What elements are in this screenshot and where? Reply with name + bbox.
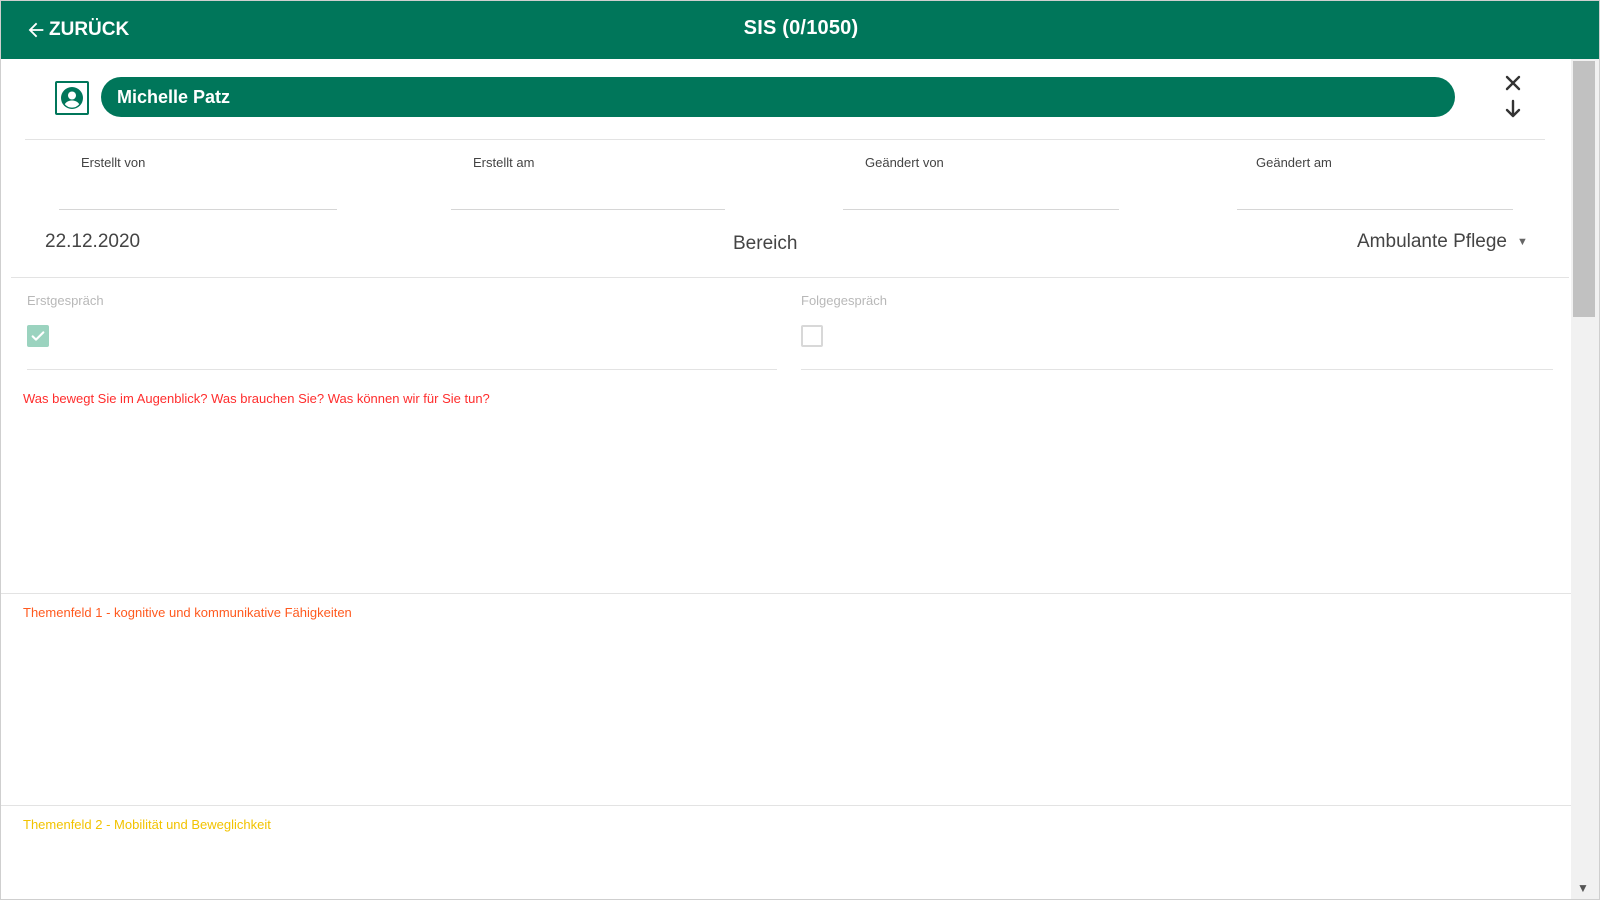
divider: [1, 593, 1571, 594]
created-by-label: Erstellt von: [81, 155, 146, 170]
created-at-field[interactable]: [451, 209, 725, 210]
folgegespraech-checkbox[interactable]: [801, 325, 823, 347]
account-circle-icon: [61, 87, 83, 109]
date-field[interactable]: 22.12.2020: [45, 231, 140, 253]
check-icon: [31, 331, 45, 341]
created-at-label: Erstellt am: [473, 155, 535, 170]
section-themenfeld-1-title: Themenfeld 1 - kognitive und kommunikati…: [23, 605, 352, 620]
changed-at-label: Geändert am: [1256, 155, 1332, 170]
created-by-field[interactable]: [59, 209, 337, 210]
divider: [1, 805, 1571, 806]
arrow-down-icon[interactable]: [1501, 97, 1525, 121]
divider: [27, 369, 777, 370]
scrollbar-thumb[interactable]: [1573, 61, 1595, 317]
divider: [801, 369, 1553, 370]
bereich-label: Bereich: [733, 233, 798, 254]
patient-avatar-button[interactable]: [55, 81, 89, 115]
close-icon[interactable]: [1501, 71, 1525, 95]
changed-at-field[interactable]: [1237, 209, 1513, 210]
top-app-bar: ZURÜCK SIS (0/1050): [1, 1, 1599, 59]
patient-name-chip[interactable]: Michelle Patz: [101, 77, 1455, 117]
patient-row: Michelle Patz: [1, 59, 1571, 139]
bereich-select[interactable]: Ambulante Pflege ▼: [1357, 231, 1528, 253]
changed-by-field[interactable]: [843, 209, 1119, 210]
main-content: Michelle Patz Erstellt von Erstellt am G…: [1, 59, 1571, 899]
erstgespraech-label: Erstgespräch: [27, 293, 104, 308]
divider: [25, 139, 1545, 140]
caret-down-icon: ▼: [1517, 236, 1528, 248]
patient-name: Michelle Patz: [117, 86, 231, 107]
erstgespraech-checkbox[interactable]: [27, 325, 49, 347]
changed-by-label: Geändert von: [865, 155, 944, 170]
section-themenfeld-2-title: Themenfeld 2 - Mobilität und Beweglichke…: [23, 817, 271, 832]
section-themenfeld-1[interactable]: Themenfeld 1 - kognitive und kommunikati…: [1, 599, 1571, 799]
bereich-value: Ambulante Pflege: [1357, 231, 1507, 252]
page-title: SIS (0/1050): [743, 17, 859, 39]
scroll-down-arrow-icon[interactable]: ▼: [1577, 881, 1589, 895]
app-window: ZURÜCK SIS (0/1050) Michelle Patz Erstel…: [0, 0, 1600, 900]
section-themenfeld-2[interactable]: Themenfeld 2 - Mobilität und Beweglichke…: [1, 811, 1571, 899]
folgegespraech-label: Folgegespräch: [801, 293, 887, 308]
section-wishes-title: Was bewegt Sie im Augenblick? Was brauch…: [23, 391, 490, 406]
divider: [11, 277, 1569, 278]
vertical-scrollbar[interactable]: ▼: [1571, 59, 1599, 899]
